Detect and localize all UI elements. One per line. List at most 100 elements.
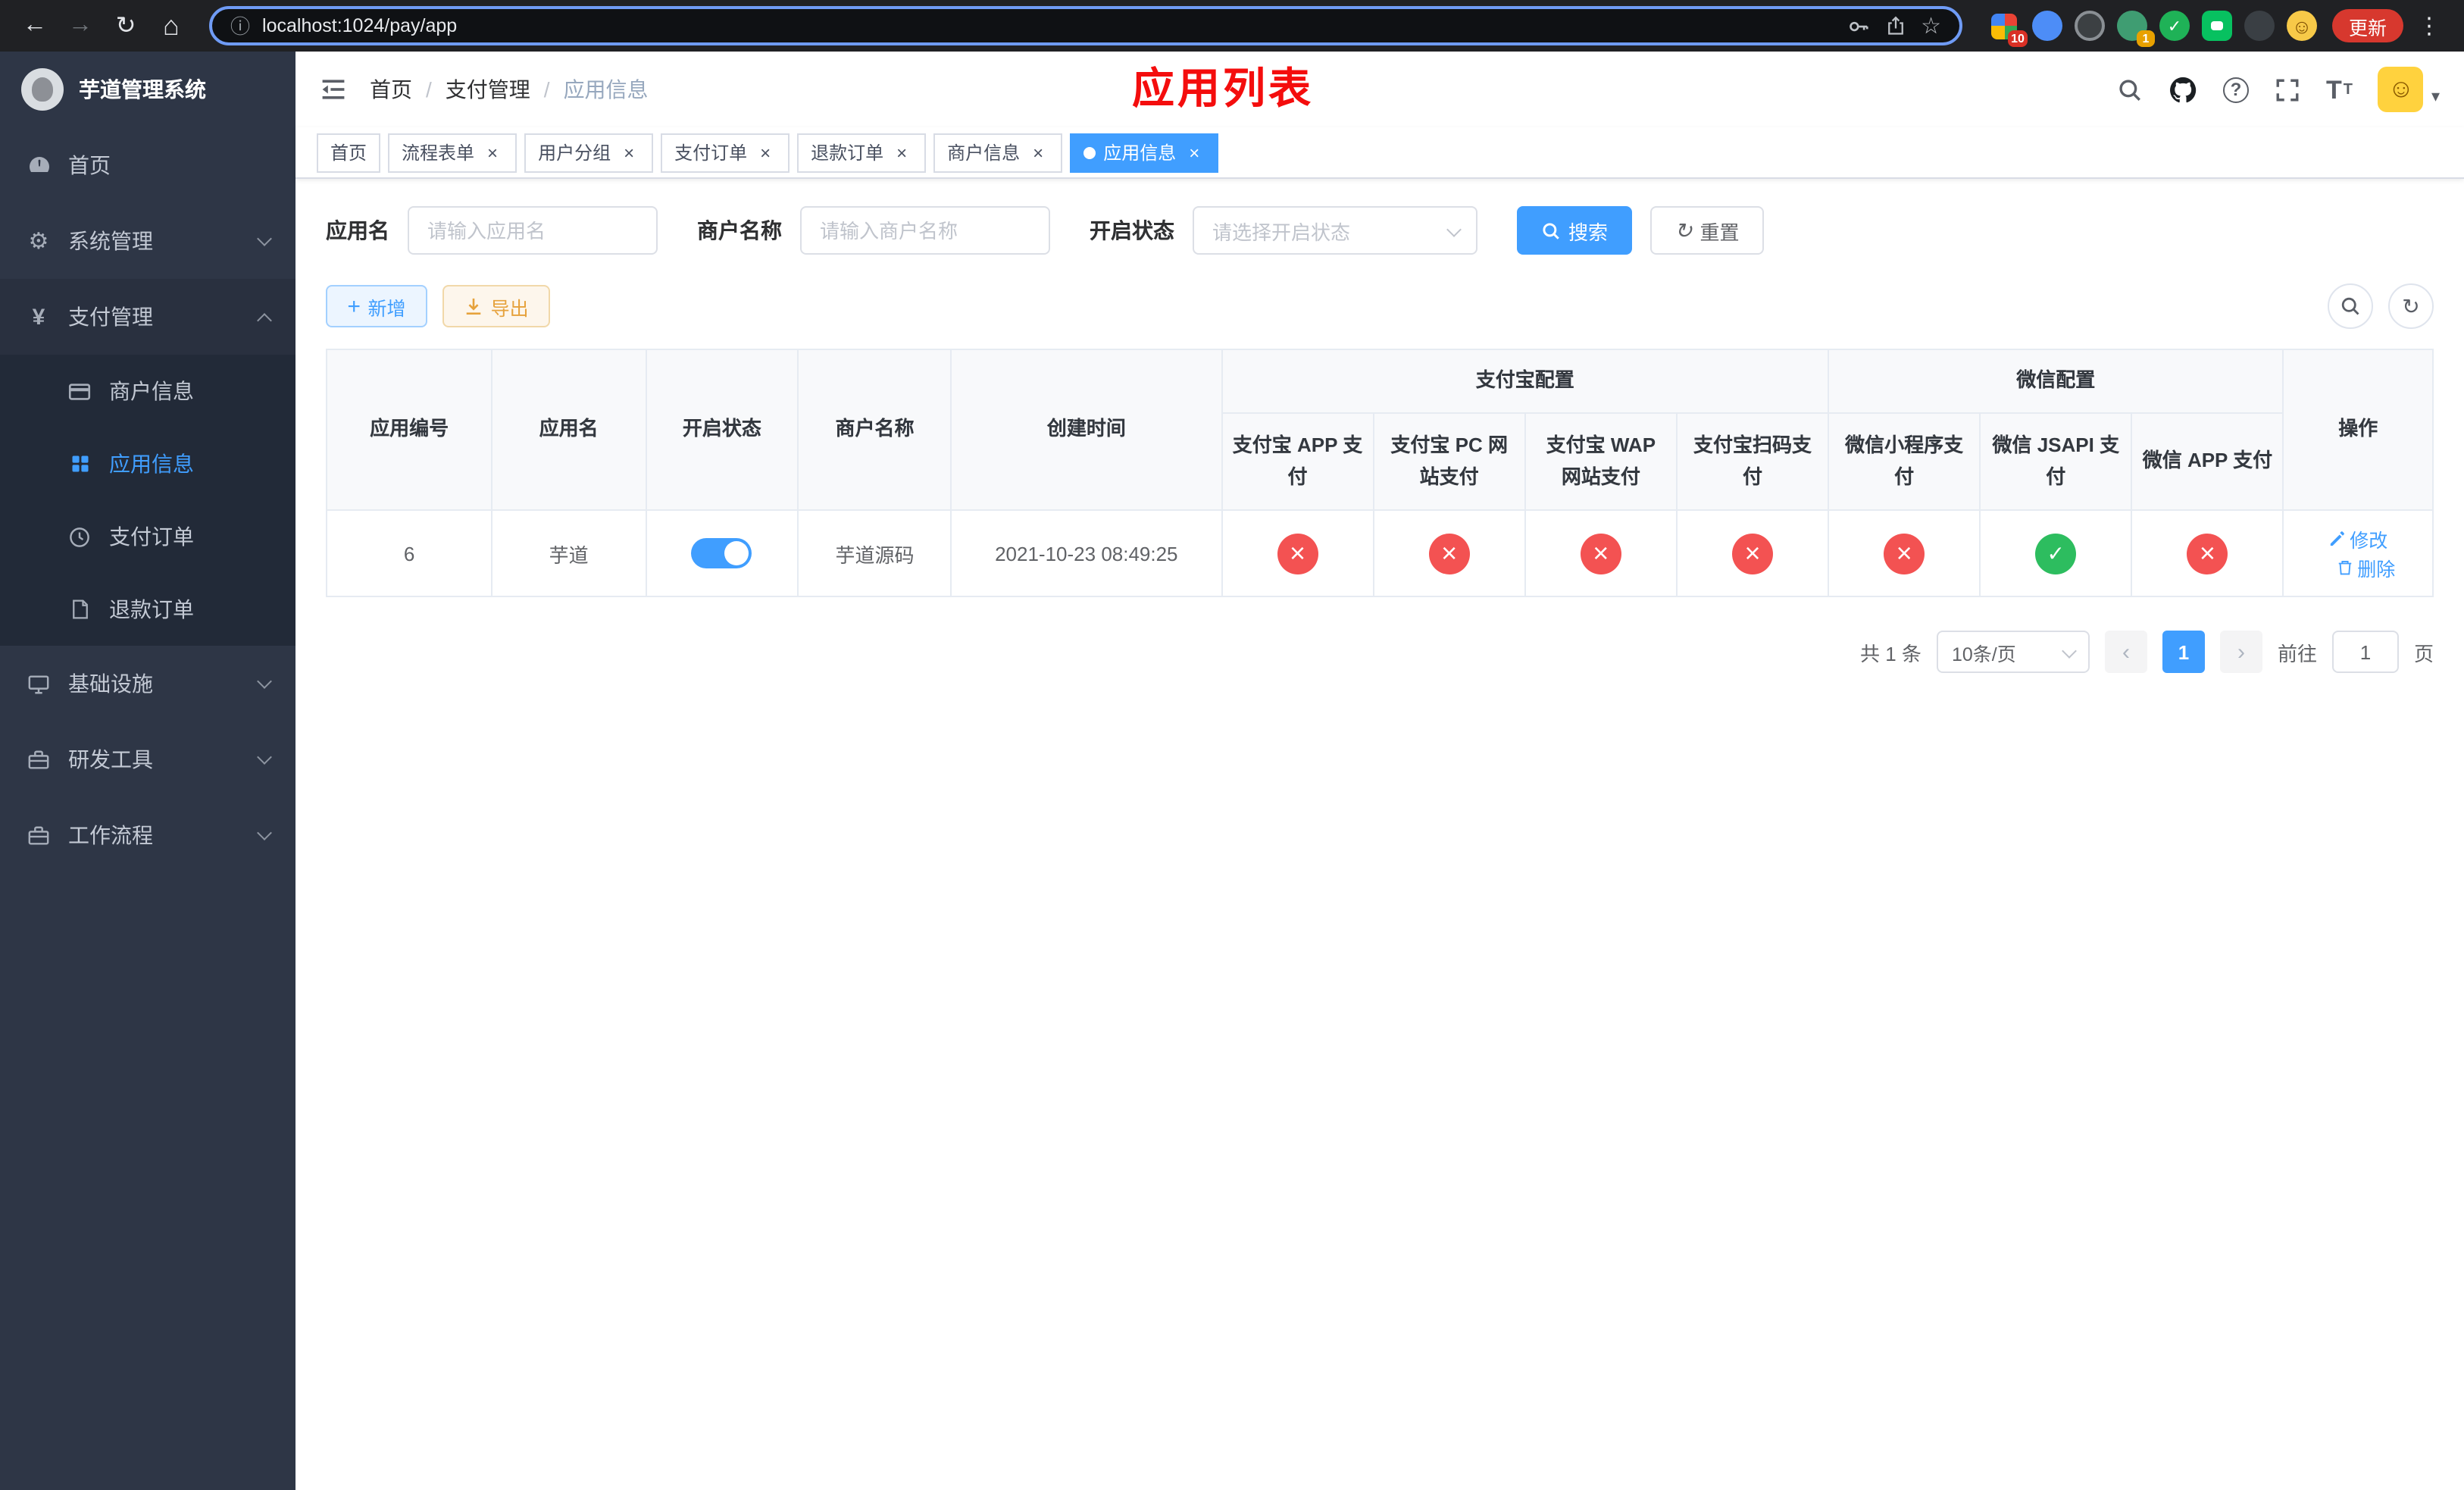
browser-forward-icon[interactable] <box>61 6 100 45</box>
delete-button[interactable]: 删除 <box>2336 553 2395 582</box>
status-circle-icon <box>2035 533 2077 574</box>
close-icon[interactable] <box>891 142 912 163</box>
column-header: 微信小程序支付 <box>1828 412 1981 511</box>
sidebar-item-workflow[interactable]: 工作流程 <box>0 797 295 873</box>
sidebar-item-refund-orders[interactable]: 退款订单 <box>0 573 295 646</box>
page-title: 应用列表 <box>1131 65 1315 112</box>
extensions-row: 10 1 <box>1990 11 2317 47</box>
tab-refund-orders[interactable]: 退款订单 <box>797 133 927 172</box>
export-button[interactable]: 导出 <box>442 285 550 327</box>
column-header: 支付宝 WAP 网站支付 <box>1524 412 1678 511</box>
close-icon[interactable] <box>1027 142 1049 163</box>
sidebar-item-infrastructure[interactable]: 基础设施 <box>0 646 295 722</box>
goto-unit: 页 <box>2413 642 2434 665</box>
filter-label: 开启状态 <box>1090 218 1174 243</box>
column-header: 微信 APP 支付 <box>2131 412 2284 511</box>
extension-globe-icon[interactable] <box>2074 11 2105 41</box>
url-text[interactable]: localhost:1024/pay/app <box>262 15 1834 36</box>
status-toggle[interactable] <box>691 538 752 568</box>
edit-button[interactable]: 修改 <box>2328 524 2387 553</box>
browser-home-icon[interactable] <box>152 6 191 45</box>
sidebar-item-app-info[interactable]: 应用信息 <box>0 427 295 500</box>
fullscreen-icon[interactable] <box>2275 77 2300 102</box>
extension-grid-icon[interactable]: 10 <box>1990 11 2028 47</box>
tab-app-info[interactable]: 应用信息 <box>1070 133 1219 172</box>
sidebar-item-dev-tools[interactable]: 研发工具 <box>0 722 295 797</box>
chrome-menu-icon[interactable] <box>2409 6 2449 45</box>
close-icon[interactable] <box>618 142 639 163</box>
toggle-search-icon[interactable] <box>2328 283 2373 329</box>
clock-icon <box>67 525 92 548</box>
app-table: 应用编号 应用名 开启状态 商户名称 创建时间 支付宝配置 微信配置 操作 支付… <box>325 349 2434 597</box>
breadcrumb-home[interactable]: 首页 <box>370 74 412 105</box>
extension-chat-icon[interactable] <box>2201 11 2232 41</box>
extension-badge: 1 <box>2136 30 2155 47</box>
extension-green-check-icon[interactable] <box>2159 11 2190 41</box>
close-icon[interactable] <box>1184 142 1205 163</box>
address-bar[interactable]: localhost:1024/pay/app <box>209 6 1962 45</box>
cell-wx-jsapi <box>1979 509 2133 597</box>
sidebar-item-system[interactable]: 系统管理 <box>0 203 295 279</box>
sidebar-item-home[interactable]: 首页 <box>0 127 295 203</box>
sidebar-logo[interactable]: 芋道管理系统 <box>0 52 295 127</box>
column-header: 开启状态 <box>645 349 799 511</box>
tab-home[interactable]: 首页 <box>317 133 381 172</box>
share-icon[interactable] <box>1884 15 1906 36</box>
extension-dark-icon[interactable] <box>2244 11 2275 41</box>
cell-merchant: 芋道源码 <box>797 509 952 597</box>
tab-payment-orders[interactable]: 支付订单 <box>661 133 790 172</box>
tab-label: 商户信息 <box>947 142 1021 164</box>
cell-alipay-qr <box>1675 509 1830 597</box>
site-info-icon[interactable] <box>230 11 250 41</box>
refresh-table-icon[interactable] <box>2388 283 2434 329</box>
user-avatar[interactable] <box>2378 67 2424 112</box>
column-header: 创建时间 <box>950 349 1223 511</box>
github-icon[interactable] <box>2169 75 2197 104</box>
sidebar-item-payment[interactable]: 支付管理 <box>0 279 295 355</box>
merchant-name-input[interactable] <box>800 206 1050 255</box>
help-icon[interactable] <box>2222 77 2249 102</box>
extension-blue-icon[interactable] <box>2031 11 2062 41</box>
page-size-select[interactable]: 10条/页 <box>1936 631 2090 673</box>
sidebar-item-payment-orders[interactable]: 支付订单 <box>0 500 295 573</box>
chevron-down-icon <box>2062 643 2077 659</box>
address-bar-actions <box>1846 11 1941 40</box>
cell-wx-mini <box>1828 509 1981 597</box>
app-name-input[interactable] <box>408 206 658 255</box>
search-button[interactable]: 搜索 <box>1517 206 1633 255</box>
status-select[interactable]: 请选择开启状态 <box>1193 206 1477 255</box>
select-placeholder: 请选择开启状态 <box>1212 221 1351 243</box>
next-page-button[interactable] <box>2219 631 2262 673</box>
cell-actions: 修改 删除 <box>2282 509 2434 597</box>
close-icon[interactable] <box>482 142 503 163</box>
button-label: 新增 <box>367 298 406 319</box>
prev-page-button[interactable] <box>2104 631 2147 673</box>
sidebar-collapse-icon[interactable] <box>320 76 347 103</box>
bookmark-star-icon[interactable] <box>1921 11 1941 40</box>
browser-reload-icon[interactable] <box>106 6 145 45</box>
password-key-icon[interactable] <box>1846 14 1869 37</box>
main-area: 首页 支付管理 应用信息 应用列表 <box>295 52 2464 1490</box>
extension-avatar-icon[interactable]: 1 <box>2116 11 2155 47</box>
chrome-profile-avatar[interactable] <box>2286 11 2317 41</box>
reset-button[interactable]: 重置 <box>1650 206 1764 255</box>
close-icon[interactable] <box>755 142 776 163</box>
font-size-icon[interactable] <box>2326 77 2353 102</box>
page-number-button[interactable]: 1 <box>2162 631 2205 673</box>
tab-process-form[interactable]: 流程表单 <box>388 133 518 172</box>
tab-user-group[interactable]: 用户分组 <box>524 133 654 172</box>
table-header: 应用编号 应用名 开启状态 商户名称 创建时间 支付宝配置 微信配置 操作 支付… <box>325 349 2434 511</box>
tab-merchant-info[interactable]: 商户信息 <box>933 133 1063 172</box>
sidebar-item-merchant-info[interactable]: 商户信息 <box>0 355 295 427</box>
breadcrumb-payment[interactable]: 支付管理 <box>412 74 530 105</box>
goto-page-input[interactable] <box>2331 631 2399 673</box>
caret-down-icon[interactable] <box>2431 82 2440 109</box>
add-button[interactable]: 新增 <box>326 285 427 327</box>
payment-submenu: 商户信息 应用信息 支付订单 退款订单 <box>0 355 295 646</box>
chrome-update-button[interactable]: 更新 <box>2331 9 2403 42</box>
extension-badge: 10 <box>2008 30 2028 47</box>
search-icon[interactable] <box>2117 77 2143 102</box>
dashboard-icon <box>26 153 52 177</box>
browser-back-icon[interactable] <box>15 6 55 45</box>
browser-chrome: localhost:1024/pay/app 10 1 <box>0 0 2464 52</box>
